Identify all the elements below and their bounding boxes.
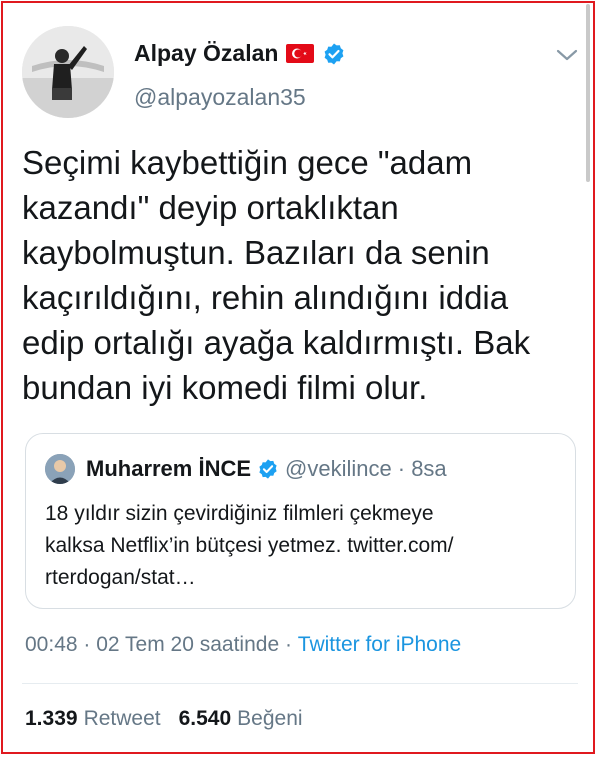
quoted-time: · 8sa <box>397 456 447 481</box>
tweet-meta: 00:48 · 02 Tem 20 saatinde · Twitter for… <box>25 633 461 657</box>
verified-badge-icon <box>259 459 277 479</box>
tweet-header: Alpay Özalan @alpayozalan35 <box>22 26 580 122</box>
verified-badge-icon <box>325 43 344 64</box>
quoted-text-line: kalksa Netflix’in bütçesi yetmez. twitte… <box>45 534 454 557</box>
like-label[interactable]: Beğeni <box>237 707 302 731</box>
tweet-text-line: kazandı" deyip ortaklıktan <box>22 189 399 226</box>
quoted-author-handle: @vekilince <box>285 456 392 481</box>
quoted-author-avatar <box>45 454 75 484</box>
chevron-down-icon[interactable] <box>554 46 580 64</box>
quoted-tweet-card[interactable]: Muharrem İNCE @vekilince · 8sa 18 yıldır… <box>25 433 576 609</box>
author-name-row: Alpay Özalan <box>134 40 346 67</box>
tweet-text-line: kaybolmuştun. Bazıları da senin <box>22 234 490 271</box>
author-handle[interactable]: @alpayozalan35 <box>134 84 306 111</box>
tweet-text-line: Seçimi kaybettiğin gece "adam <box>22 144 473 181</box>
quoted-header: Muharrem İNCE @vekilince · 8sa <box>86 456 447 482</box>
quoted-text-line: rterdogan/stat… <box>45 566 196 589</box>
tweet-text-line: edip ortalığı ayağa kaldırmıştı. Bak <box>22 324 531 361</box>
author-avatar[interactable] <box>22 26 114 118</box>
quoted-text-line: 18 yıldır sizin çevirdiğiniz filmleri çe… <box>45 502 434 525</box>
author-name[interactable]: Alpay Özalan <box>134 40 278 67</box>
turkey-flag-icon <box>286 44 315 63</box>
tweet-source-link[interactable]: Twitter for iPhone <box>298 633 461 657</box>
scrollbar[interactable] <box>586 4 590 182</box>
tweet-text-line: bundan iyi komedi filmi olur. <box>22 369 428 406</box>
tweet-text: Seçimi kaybettiğin gece "adam kazandı" d… <box>22 140 582 410</box>
divider <box>22 683 578 684</box>
like-count[interactable]: 6.540 <box>179 707 232 731</box>
retweet-count[interactable]: 1.339 <box>25 707 78 731</box>
quoted-text: 18 yıldır sizin çevirdiğiniz filmleri çe… <box>45 498 565 594</box>
tweet-stats: 1.339 Retweet 6.540 Beğeni <box>25 707 303 731</box>
retweet-label[interactable]: Retweet <box>84 707 161 731</box>
quoted-author-name: Muharrem İNCE <box>86 456 252 481</box>
tweet-timestamp: 00:48 · 02 Tem 20 saatinde · <box>25 633 298 656</box>
tweet-text-line: kaçırıldığını, rehin alındığını iddia <box>22 279 509 316</box>
